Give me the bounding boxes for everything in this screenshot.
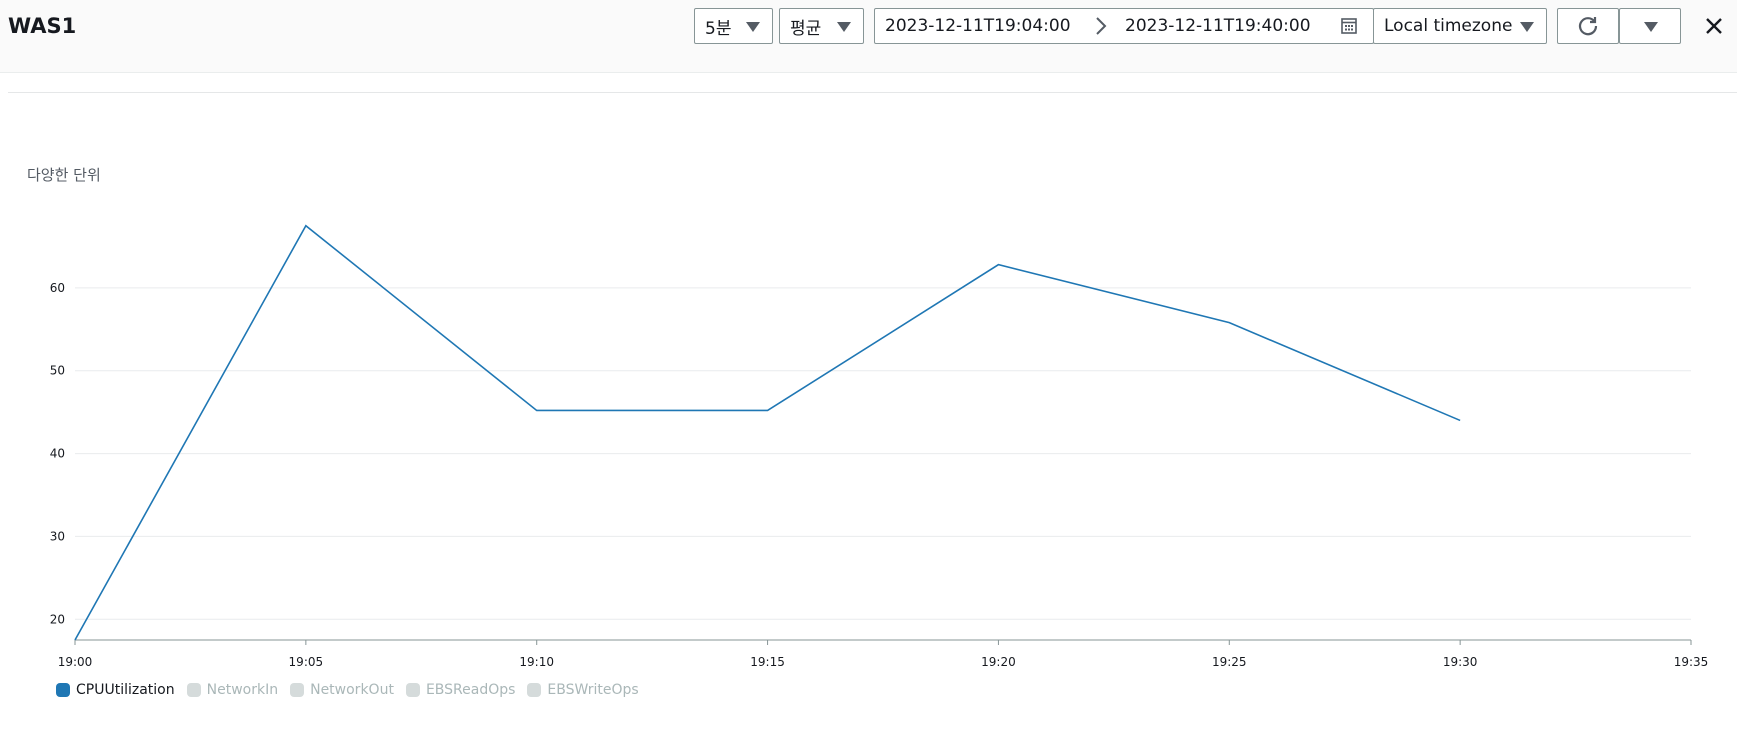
line-chart: 20 30 40 50 60 19:00 19:05 19:10 19:15 19:20 19:25…: [50, 224, 1709, 669]
x-tick-label: 19:35: [1674, 655, 1709, 669]
legend-label: NetworkIn: [206, 682, 279, 698]
legend-label: EBSReadOps: [425, 682, 516, 698]
legend-swatch: [527, 683, 542, 697]
x-tick-label: 19:15: [750, 655, 785, 669]
legend-item-NetworkIn[interactable]: NetworkIn: [186, 682, 279, 698]
legend-label: CPUUtilization: [76, 682, 175, 698]
legend-item-EBSReadOps[interactable]: EBSReadOps: [405, 682, 516, 698]
legend-item-NetworkOut[interactable]: NetworkOut: [290, 682, 394, 698]
legend-label: EBSWriteOps: [547, 682, 639, 698]
legend-swatch: [405, 683, 420, 697]
x-tick-label: 19:00: [58, 655, 93, 669]
chart-legend: CPUUtilization NetworkIn NetworkOut EBSRead…: [56, 682, 651, 698]
y-tick-label: 30: [50, 529, 65, 543]
y-tick-label: 60: [50, 281, 65, 295]
y-tick-label: 20: [50, 612, 65, 626]
legend-item-EBSWriteOps[interactable]: EBSWriteOps: [527, 682, 639, 698]
legend-item-CPUUtilization[interactable]: CPUUtilization: [56, 682, 175, 698]
x-tick-label: 19:20: [981, 655, 1016, 669]
x-tick-label: 19:25: [1212, 655, 1247, 669]
legend-swatch: [186, 683, 201, 697]
legend-swatch: [290, 683, 305, 697]
y-tick-label: 50: [50, 364, 65, 378]
x-tick-label: 19:05: [289, 655, 324, 669]
y-tick-label: 40: [50, 447, 65, 461]
legend-label: NetworkOut: [310, 682, 394, 698]
x-tick-label: 19:10: [519, 655, 554, 669]
x-tick-label: 19:30: [1443, 655, 1478, 669]
legend-swatch: [56, 683, 70, 697]
